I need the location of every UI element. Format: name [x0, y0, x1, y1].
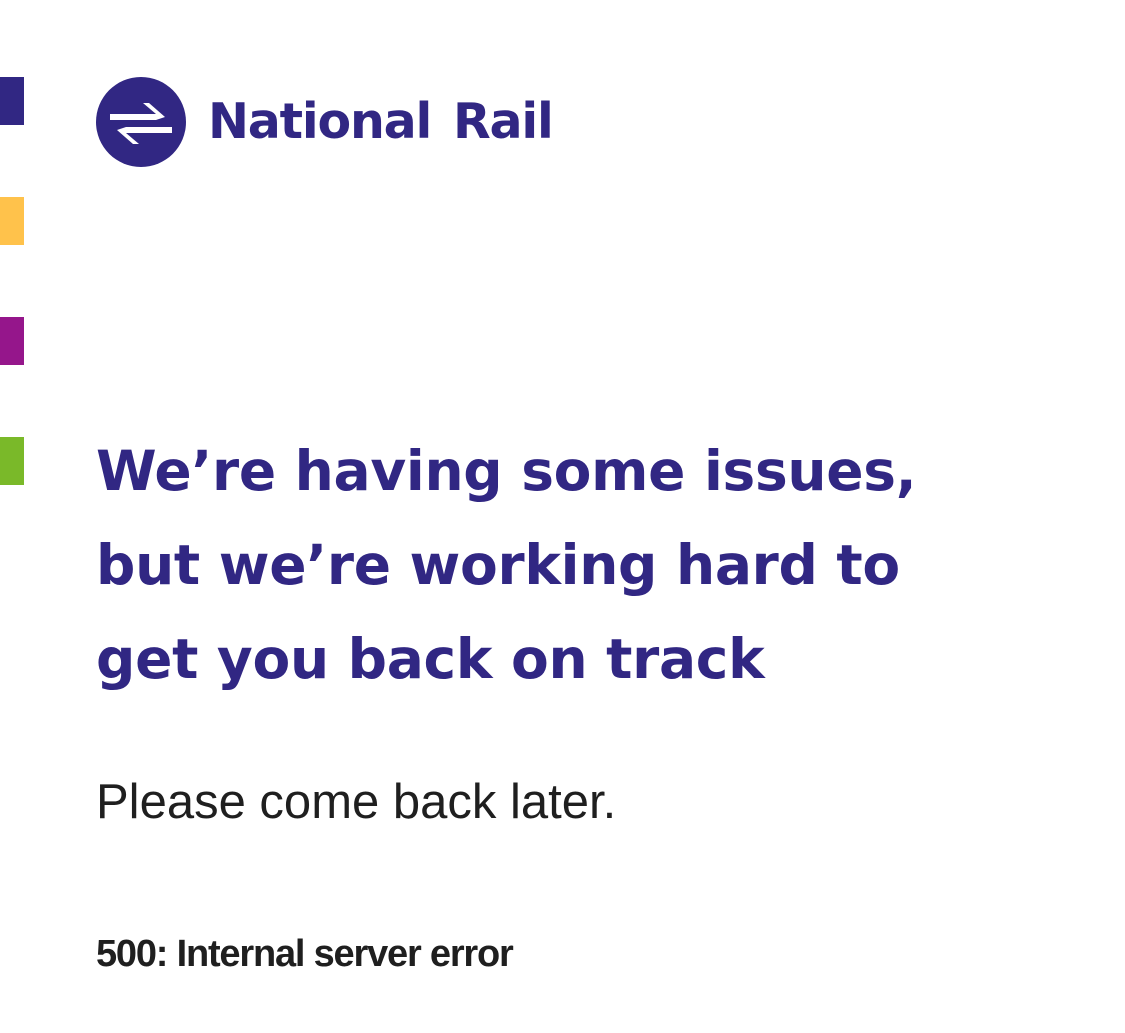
brand-name: National Rail: [208, 92, 554, 150]
brand-stripe-yellow: [0, 197, 24, 245]
brand-stripe-navy: [0, 77, 24, 125]
national-rail-double-arrow-icon: [96, 77, 186, 167]
headline-line-3: get you back on track: [96, 627, 765, 691]
error-headline: We’re having some issues, but we’re work…: [96, 424, 1056, 706]
error-code-label: 500: Internal server error: [96, 933, 514, 975]
headline-line-1: We’re having some issues,: [96, 439, 917, 503]
national-rail-logo-link[interactable]: National Rail: [96, 77, 554, 167]
headline-line-2: but we’re working hard to: [96, 533, 900, 597]
brand-stripe-magenta: [0, 317, 24, 365]
brand-stripe-green: [0, 437, 24, 485]
come-back-later-message: Please come back later.: [96, 775, 617, 829]
